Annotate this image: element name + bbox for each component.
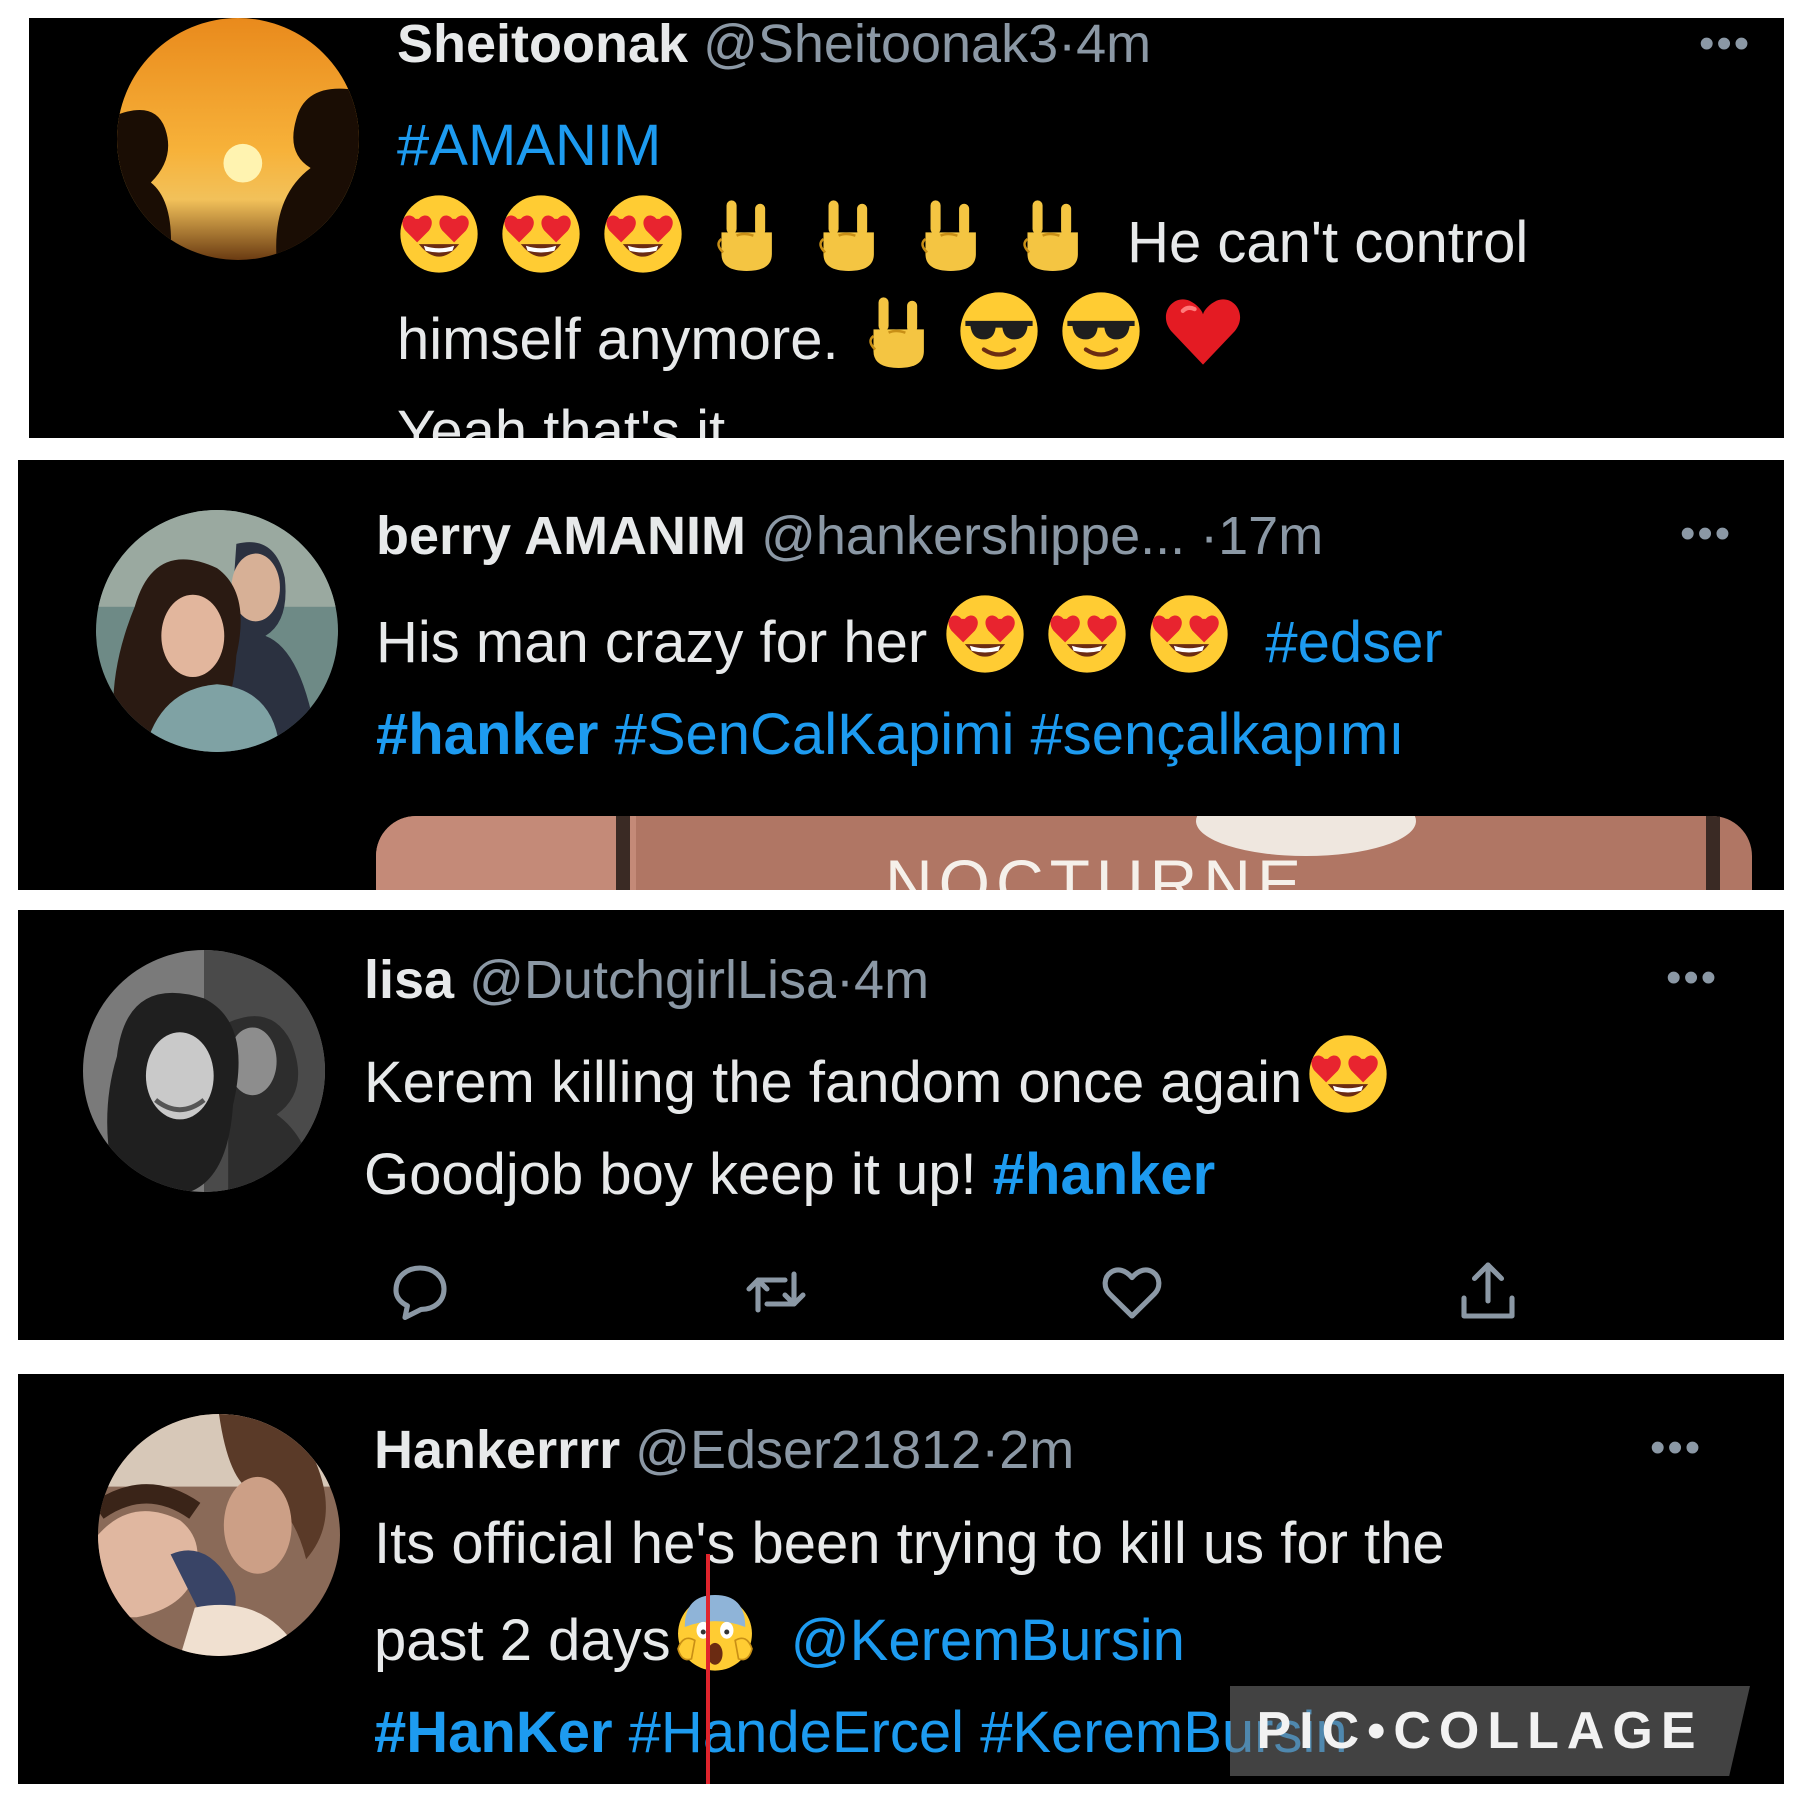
timestamp[interactable]: 4m [854,950,929,1010]
retweet-icon[interactable] [740,1256,812,1328]
timestamp[interactable]: 17m [1218,506,1323,566]
tweet-text-line: Goodjob boy keep it up! [364,1142,977,1207]
tweet-panel[interactable]: Hankerrrr @Edser21812·2m ••• Its officia… [18,1374,1784,1784]
tweet-text-line: His man crazy for her [376,610,928,675]
heart-eyes-emoji-icon [943,592,1027,676]
hashtag-link[interactable]: #hanker [993,1142,1215,1207]
heart-eyes-emoji-icon [1147,592,1231,676]
rock-on-emoji-icon [907,192,991,276]
tweet-text: #AMANIM He can't control himself anymore… [397,100,1697,438]
share-icon[interactable] [1452,1256,1524,1328]
watermark-text: PIC•COLLAGE [1256,1702,1704,1760]
hashtag-link[interactable]: #AMANIM [397,113,661,178]
user-handle[interactable]: @Sheitoonak3 [703,18,1058,74]
user-handle[interactable]: @Edser21812 [635,1420,981,1480]
display-name[interactable]: lisa [364,950,454,1010]
media-image-railing [616,816,630,890]
avatar[interactable] [96,510,338,752]
tweet-header: Hankerrrr @Edser21812·2m [374,1418,1074,1482]
rock-on-emoji-icon [805,192,889,276]
tweet-text-line: Its official he's been trying to kill us… [374,1511,1445,1576]
more-options-icon[interactable]: ••• [1699,22,1751,66]
hashtag-link[interactable]: #hanker [376,702,598,767]
sunglasses-emoji-icon [1059,289,1143,373]
heart-eyes-emoji-icon [499,192,583,276]
heart-eyes-emoji-icon [1045,592,1129,676]
tweet-header: berry AMANIM @hankershippe... ·17m [376,504,1323,568]
rock-on-emoji-icon [1009,192,1093,276]
red-heart-emoji-icon [1161,289,1245,373]
watermark-banner: PIC•COLLAGE [1230,1686,1750,1776]
avatar[interactable] [98,1414,340,1656]
hashtag-link[interactable]: #edser [1265,610,1442,675]
display-name[interactable]: Sheitoonak [397,18,688,74]
screaming-face-emoji-icon [673,1590,757,1674]
rock-on-emoji-icon [855,289,939,373]
separator-dot: · [1058,18,1077,74]
separator-dot: · [981,1420,1000,1480]
more-options-icon[interactable]: ••• [1680,512,1732,556]
user-handle[interactable]: @hankershippe... [761,506,1185,566]
media-card[interactable]: NOCTURNE [376,816,1752,890]
media-caption: NOCTURNE [885,846,1307,890]
tweet-text-line: Kerem killing the fandom once again [364,1050,1303,1115]
user-handle[interactable]: @DutchgirlLisa [469,950,836,1010]
avatar[interactable] [83,950,325,1192]
more-options-icon[interactable]: ••• [1650,1426,1702,1470]
timestamp[interactable]: 4m [1076,18,1151,74]
like-icon[interactable] [1096,1256,1168,1328]
separator-dot: · [836,950,855,1010]
reply-icon[interactable] [384,1256,456,1328]
tweet-panel[interactable]: Sheitoonak @Sheitoonak3·4m ••• #AMANIM H… [29,18,1784,438]
avatar[interactable] [117,18,359,260]
heart-eyes-emoji-icon [601,192,685,276]
media-image-stair [376,816,636,890]
timestamp[interactable]: 2m [999,1420,1074,1480]
tweet-panel[interactable]: berry AMANIM @hankershippe... ·17m ••• H… [18,460,1784,890]
hashtag-link[interactable]: #sençalkapımı [1031,702,1405,767]
display-name[interactable]: Hankerrrr [374,1420,620,1480]
rock-on-emoji-icon [703,192,787,276]
tweet-text-line: Yeah that's it [397,399,726,438]
heart-eyes-emoji-icon [397,192,481,276]
tweet-text: His man crazy for her #edser #hanker #Se… [376,592,1756,781]
display-name[interactable]: berry AMANIM [376,506,746,566]
mention-link[interactable]: @KeremBursin [791,1608,1185,1673]
heart-eyes-emoji-icon [1306,1032,1390,1116]
tweet-text: Kerem killing the fandom once again Good… [364,1032,1744,1221]
text-cursor [706,1554,710,1784]
tweet-header: Sheitoonak @Sheitoonak3·4m [397,18,1151,76]
media-image-railing [1706,816,1720,890]
tweet-panel[interactable]: lisa @DutchgirlLisa·4m ••• Kerem killing… [18,910,1784,1340]
hashtag-link[interactable]: #HanKer [374,1700,613,1765]
tweet-actions [364,1256,1564,1336]
more-options-icon[interactable]: ••• [1666,956,1718,1000]
tweet-text-line: past 2 days [374,1608,671,1673]
tweet-text-line: He can't control [1127,210,1529,275]
tweet-text-line: himself anymore. [397,307,839,372]
sunglasses-emoji-icon [957,289,1041,373]
hashtag-link[interactable]: #HandeErcel [629,1700,964,1765]
hashtag-link[interactable]: #SenCalKapimi [615,702,1015,767]
separator-dot: · [1200,506,1219,566]
tweet-header: lisa @DutchgirlLisa·4m [364,948,929,1012]
